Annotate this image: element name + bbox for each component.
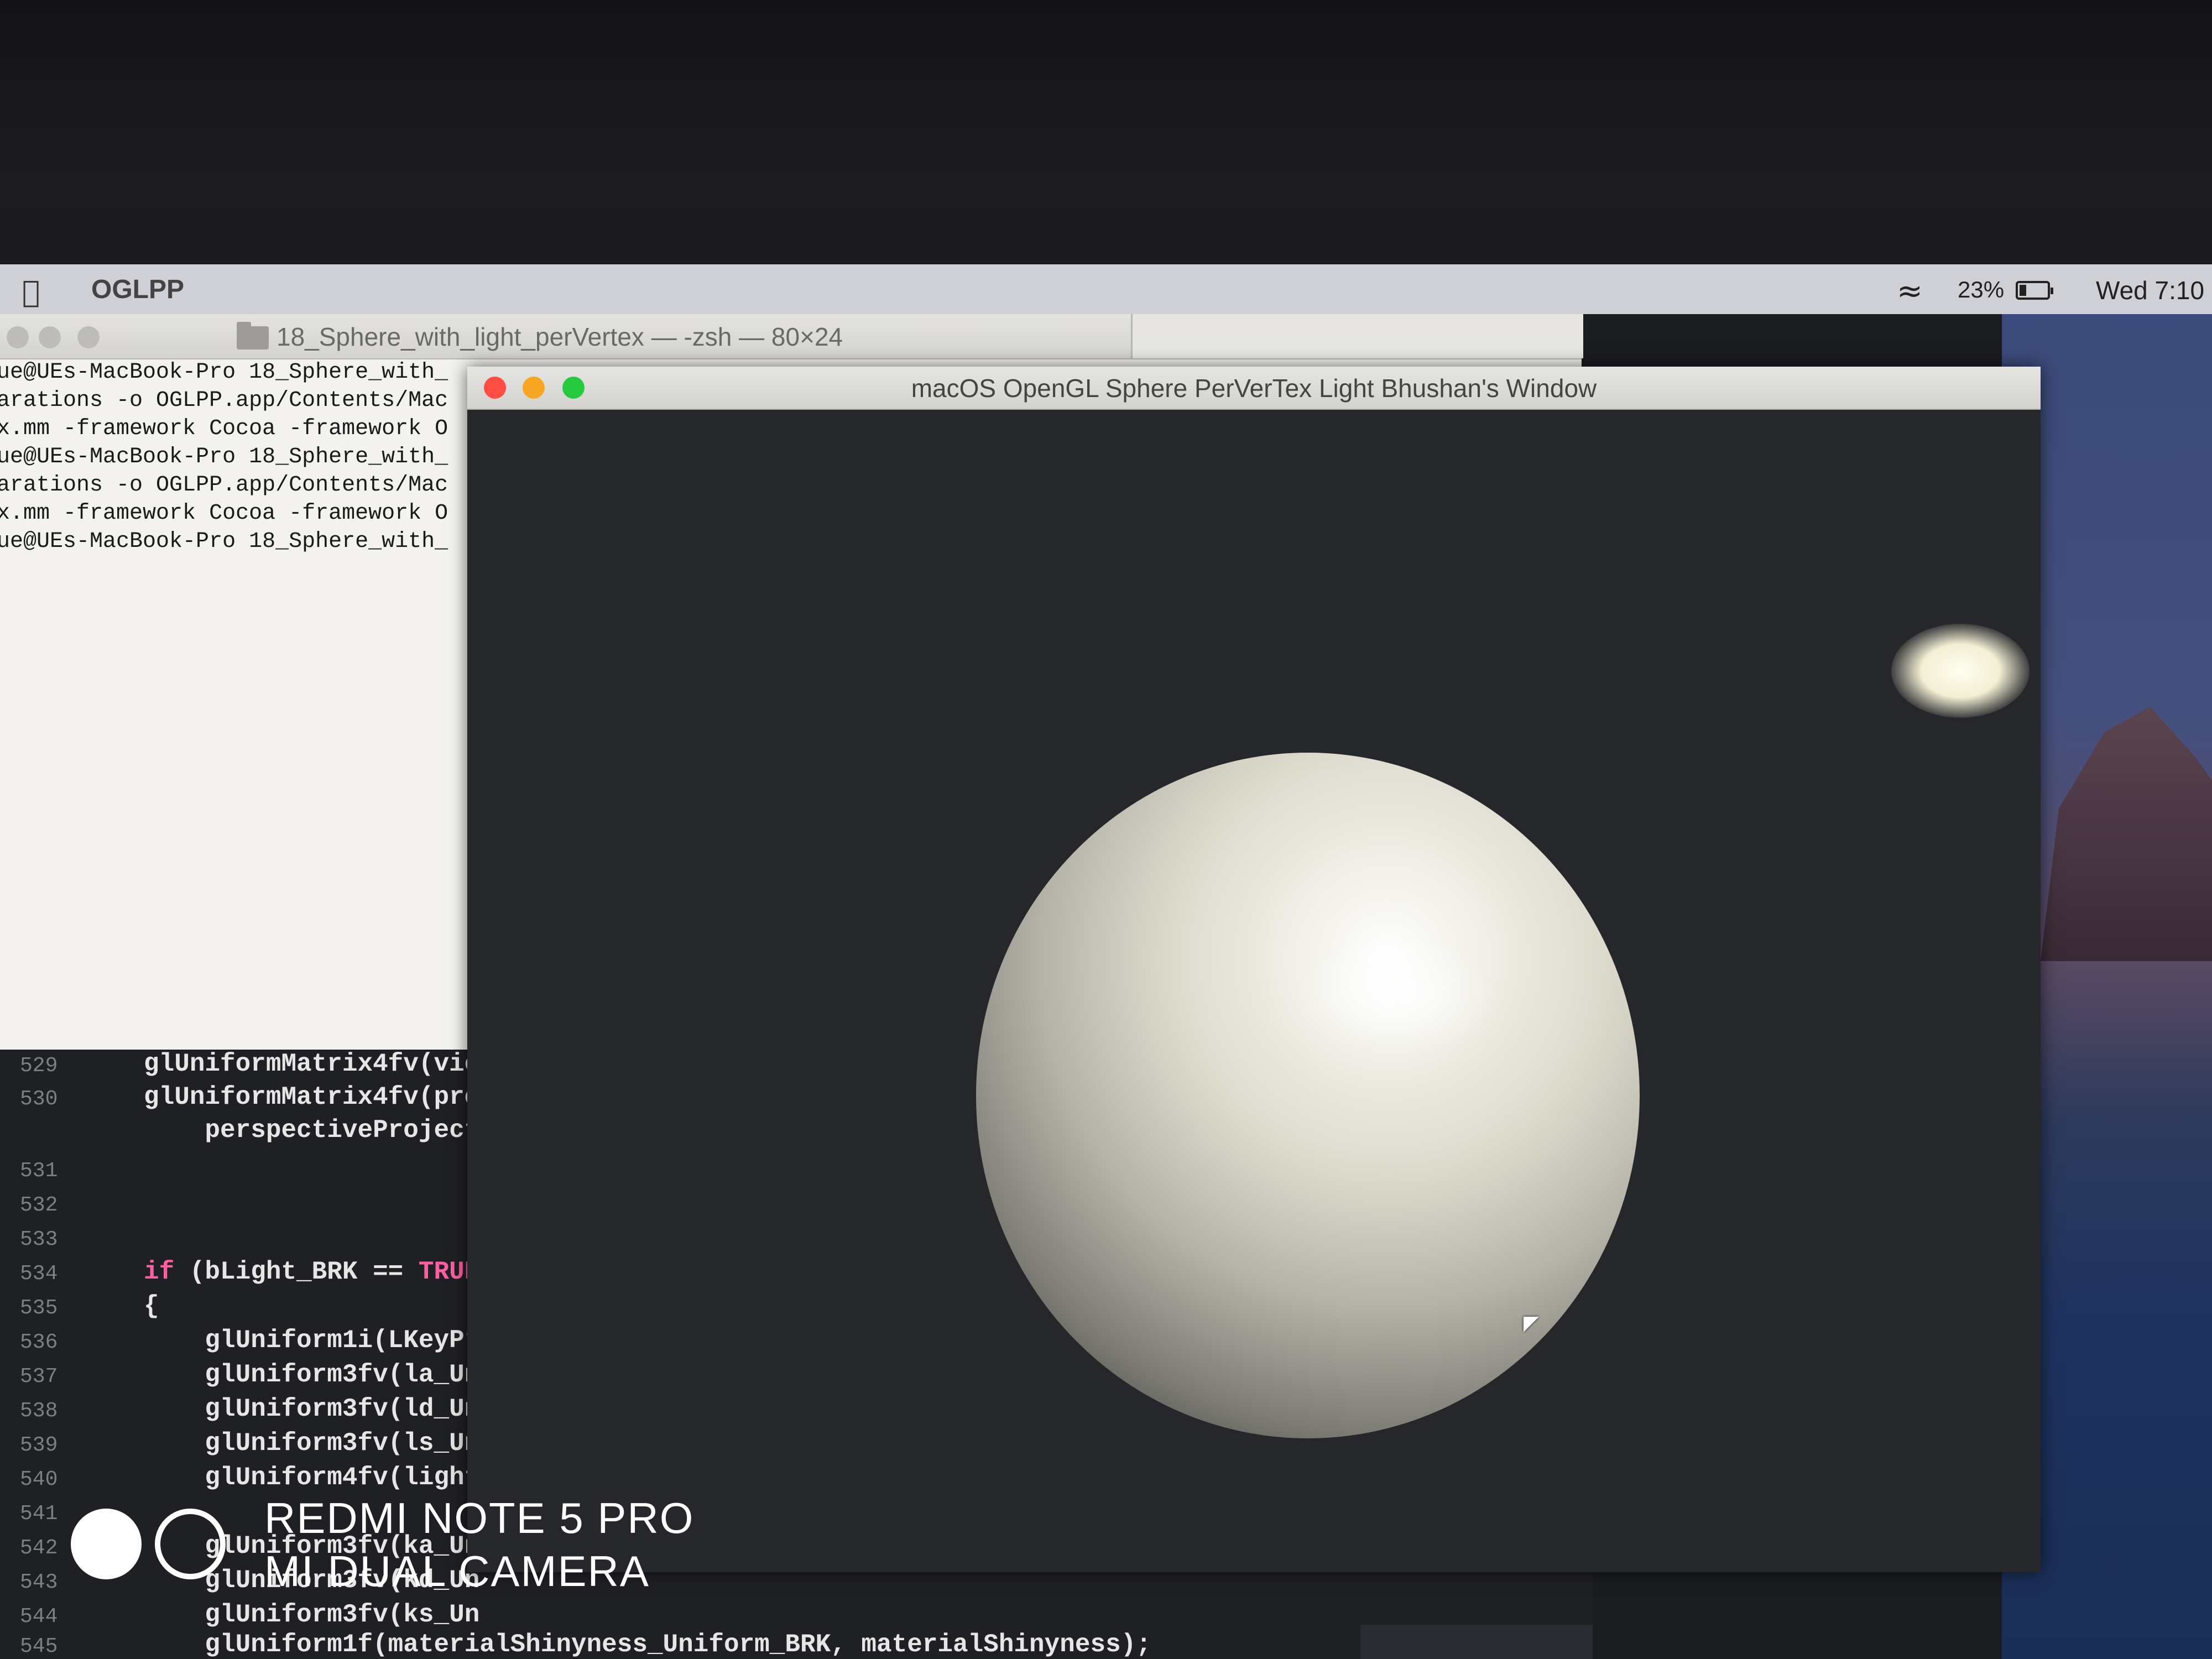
line-number: 531 (20, 1159, 58, 1183)
terminal-line: ue@UEs-MacBook-Pro 18_Sphere_with_ (0, 360, 448, 385)
camera-glare (1891, 624, 2030, 718)
specular-highlight (1297, 935, 1496, 1057)
code-text: glUniformMatrix4fv(pro (144, 1083, 480, 1112)
terminal-zoom-button[interactable] (77, 326, 100, 348)
terminal-second-tab[interactable] (1131, 314, 1583, 358)
close-button[interactable] (484, 377, 506, 399)
code-text: (bLight_BRK == (174, 1258, 419, 1286)
mac-screen:  OGLPP ≈ 23% Wed 7:10 18_Sphere_with_li… (0, 264, 2212, 1659)
line-number: 542 (20, 1536, 58, 1560)
terminal-titlebar[interactable]: 18_Sphere_with_light_perVertex — -zsh — … (0, 314, 1583, 359)
code-line: 544 glUniform3fv(ks_Un (0, 1600, 1593, 1635)
terminal-line: x.mm -framework Cocoa -framework O (0, 501, 448, 526)
opengl-window: macOS OpenGL Sphere PerVerTex Light Bhus… (467, 367, 2041, 1572)
terminal-line: arations -o OGLPP.app/Contents/Mac (0, 388, 448, 413)
code-text: { (144, 1292, 159, 1321)
terminal-title: 18_Sphere_with_light_perVertex — -zsh — … (276, 322, 843, 351)
line-number: 535 (20, 1296, 58, 1320)
line-number: 539 (20, 1433, 58, 1457)
line-number: 538 (20, 1399, 58, 1423)
opengl-titlebar[interactable]: macOS OpenGL Sphere PerVerTex Light Bhus… (467, 367, 2041, 410)
code-statement: if (bLight_BRK == TRUE (144, 1258, 479, 1286)
line-number: 536 (20, 1331, 58, 1354)
line-number: 543 (20, 1571, 58, 1594)
terminal-line: x.mm -framework Cocoa -framework O (0, 416, 448, 441)
code-text: glUniformMatrix4fv(vie (144, 1050, 480, 1078)
line-number: 534 (20, 1262, 58, 1286)
line-number: 540 (20, 1468, 58, 1491)
code-text: perspectiveProject (144, 1116, 480, 1145)
code-text: glUniform3fv(la_Un (144, 1360, 480, 1389)
battery-percent[interactable]: 23% (1958, 276, 2004, 303)
minimize-button[interactable] (523, 377, 545, 399)
watermark-camera: MI DUAL CAMERA (264, 1547, 650, 1595)
watermark-device: REDMI NOTE 5 PRO (264, 1494, 695, 1542)
apple-icon[interactable]:  (22, 274, 40, 309)
code-text: glUniform3fv(ld_Un (144, 1395, 480, 1423)
code-text: glUniform4fv(light (144, 1463, 480, 1492)
line-number: 529 (20, 1054, 58, 1078)
code-text: glUniform1f(materialShinyness_Uniform_BR… (144, 1630, 1151, 1659)
terminal-line: arations -o OGLPP.app/Contents/Mac (0, 473, 448, 498)
battery-icon[interactable] (2016, 281, 2053, 300)
line-number: 537 (20, 1365, 58, 1389)
terminal-minimize-button[interactable] (39, 326, 61, 348)
line-number: 532 (20, 1193, 58, 1217)
terminal-line: ue@UEs-MacBook-Pro 18_Sphere_with_ (0, 445, 448, 469)
menubar-clock[interactable]: Wed 7:10 (2096, 275, 2204, 305)
editor-minimap[interactable] (1360, 1625, 1593, 1659)
terminal-line: ue@UEs-MacBook-Pro 18_Sphere_with_ (0, 529, 448, 554)
line-number: 545 (20, 1635, 58, 1658)
wifi-icon[interactable]: ≈ (1897, 273, 1923, 309)
code-text: glUniform3fv(ls_Un (144, 1429, 480, 1458)
code-line: 545 glUniform1f(materialShinyness_Unifor… (0, 1630, 1593, 1659)
line-number: 533 (20, 1228, 58, 1251)
camera-logo-dot-ring-icon (155, 1509, 226, 1579)
mouse-cursor-icon (1524, 1317, 1539, 1332)
folder-icon (237, 322, 269, 349)
terminal-close-button[interactable] (7, 326, 29, 348)
code-keyword-if: if (144, 1258, 175, 1286)
line-number: 544 (20, 1605, 58, 1629)
monitor-bezel (0, 0, 2212, 265)
terminal-output[interactable]: ue@UEs-MacBook-Pro 18_Sphere_with_ arati… (0, 358, 470, 1050)
zoom-button[interactable] (562, 377, 585, 399)
line-number: 541 (20, 1502, 58, 1526)
opengl-window-title: macOS OpenGL Sphere PerVerTex Light Bhus… (911, 374, 1597, 403)
menu-bar:  OGLPP ≈ 23% Wed 7:10 (0, 264, 2212, 314)
app-menu-name[interactable]: OGLPP (91, 274, 184, 305)
lit-sphere (976, 753, 1640, 1438)
code-text: glUniform3fv(ks_Un (144, 1600, 480, 1629)
code-text: glUniform1i(LKeyPr (144, 1326, 480, 1355)
line-number: 530 (20, 1087, 58, 1111)
opengl-canvas[interactable] (467, 410, 2041, 1572)
camera-logo-dot-filled-icon (71, 1509, 142, 1579)
